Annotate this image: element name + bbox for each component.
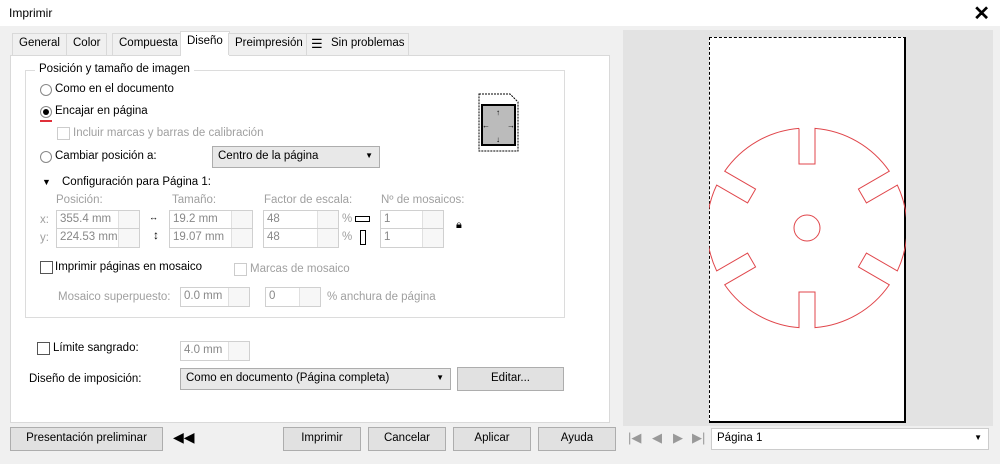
tile-overlap-input[interactable]: 0.0 mm — [180, 287, 250, 307]
x-label: x: — [40, 214, 49, 226]
checklist-icon: ☰ — [311, 36, 323, 51]
page-fit-icon: ↑ ↓ ← → — [478, 93, 519, 152]
as-document-radio[interactable] — [40, 84, 52, 96]
imposition-label: Diseño de imposición: — [29, 373, 142, 385]
height-input[interactable]: 19.07 mm — [169, 228, 253, 248]
pct-x: % — [342, 213, 353, 225]
group-title: Posición y tamaño de imagen — [35, 63, 194, 75]
position-label: Posición: — [56, 194, 103, 206]
close-icon[interactable]: ✕ — [973, 1, 990, 26]
reposition-select[interactable]: Centro de la página — [212, 146, 380, 168]
svg-text:→: → — [507, 121, 515, 130]
lock-icon[interactable]: 🔒︎ — [456, 219, 462, 232]
scale-y-input[interactable]: 48 — [263, 228, 339, 248]
title-bar — [0, 0, 1000, 26]
svg-text:←: ← — [482, 121, 490, 130]
apply-button[interactable]: Aplicar — [453, 427, 531, 451]
tile-marks-checkbox[interactable] — [234, 263, 247, 276]
preview-drawing — [709, 127, 906, 329]
preview-button[interactable]: Presentación preliminar — [10, 427, 163, 451]
tiles-y-input[interactable]: 1 — [380, 228, 444, 248]
tab-diseno[interactable]: Diseño — [180, 31, 230, 56]
page-select[interactable]: Página 1 — [711, 428, 989, 450]
width-icon: ↔ — [149, 212, 158, 222]
tiles-label: Nº de mosaicos: — [381, 194, 465, 206]
x-input[interactable]: 355.4 mm — [56, 210, 140, 230]
y-label: y: — [40, 232, 49, 244]
tab-general[interactable]: General — [12, 33, 67, 55]
imposition-select[interactable]: Como en documento (Página completa) — [180, 368, 451, 390]
include-marks-label: Incluir marcas y barras de calibración — [73, 127, 264, 139]
tab-compuesta[interactable]: Compuesta — [112, 33, 185, 55]
tab-sin-problemas[interactable]: ☰ Sin problemas — [306, 33, 409, 55]
edit-button[interactable]: Editar... — [457, 367, 564, 391]
first-page-icon[interactable]: |◀ — [628, 430, 641, 446]
include-marks-checkbox[interactable] — [57, 127, 70, 140]
bleed-input[interactable]: 4.0 mm — [180, 341, 250, 361]
help-button[interactable]: Ayuda — [538, 427, 616, 451]
next-page-icon[interactable]: ▶ — [673, 430, 683, 446]
fit-page-label: Encajar en página — [55, 105, 148, 117]
window-title: Imprimir — [9, 6, 53, 20]
gear-outline — [709, 127, 906, 329]
focus-underline — [40, 120, 52, 122]
prev-page-icon[interactable]: ◀ — [652, 430, 662, 446]
collapse-triangle-icon[interactable]: ▼ — [42, 177, 51, 187]
collapse-preview-icon[interactable]: ◀◀ — [173, 429, 195, 446]
bleed-label: Límite sangrado: — [53, 342, 139, 354]
tile-pages-checkbox[interactable] — [40, 261, 53, 274]
svg-text:↓: ↓ — [496, 135, 500, 144]
tiles-horizontal-icon — [355, 216, 370, 222]
config-label: Configuración para Página 1: — [62, 176, 211, 188]
height-icon: ↕ — [153, 228, 159, 242]
center-hole — [793, 214, 821, 242]
size-label: Tamaño: — [172, 194, 217, 206]
tiles-x-input[interactable]: 1 — [380, 210, 444, 230]
tiles-vertical-icon — [360, 230, 366, 245]
as-document-label: Como en el documento — [55, 83, 174, 95]
scale-x-input[interactable]: 48 — [263, 210, 339, 230]
fit-page-radio[interactable] — [40, 106, 52, 118]
y-input[interactable]: 224.53 mm — [56, 228, 140, 248]
tab-preimpresion[interactable]: Preimpresión — [228, 33, 310, 55]
tab-color[interactable]: Color — [66, 33, 108, 55]
tile-marks-label: Marcas de mosaico — [250, 263, 350, 275]
tile-pages-label: Imprimir páginas en mosaico — [55, 261, 203, 273]
width-input[interactable]: 19.2 mm — [169, 210, 253, 230]
reposition-radio[interactable] — [40, 151, 52, 163]
pct-y: % — [342, 231, 353, 243]
last-page-icon[interactable]: ▶| — [692, 430, 705, 446]
svg-text:↑: ↑ — [496, 108, 500, 117]
tile-overlap-label: Mosaico superpuesto: — [58, 291, 171, 303]
tab-label: Sin problemas — [331, 37, 405, 49]
cancel-button[interactable]: Cancelar — [368, 427, 446, 451]
print-button[interactable]: Imprimir — [283, 427, 361, 451]
bleed-checkbox[interactable] — [37, 342, 50, 355]
scale-label: Factor de escala: — [264, 194, 353, 206]
tile-overlap-pct-input[interactable]: 0 — [265, 287, 321, 307]
tile-overlap-unit: % anchura de página — [327, 291, 436, 303]
reposition-label: Cambiar posición a: — [55, 150, 157, 162]
